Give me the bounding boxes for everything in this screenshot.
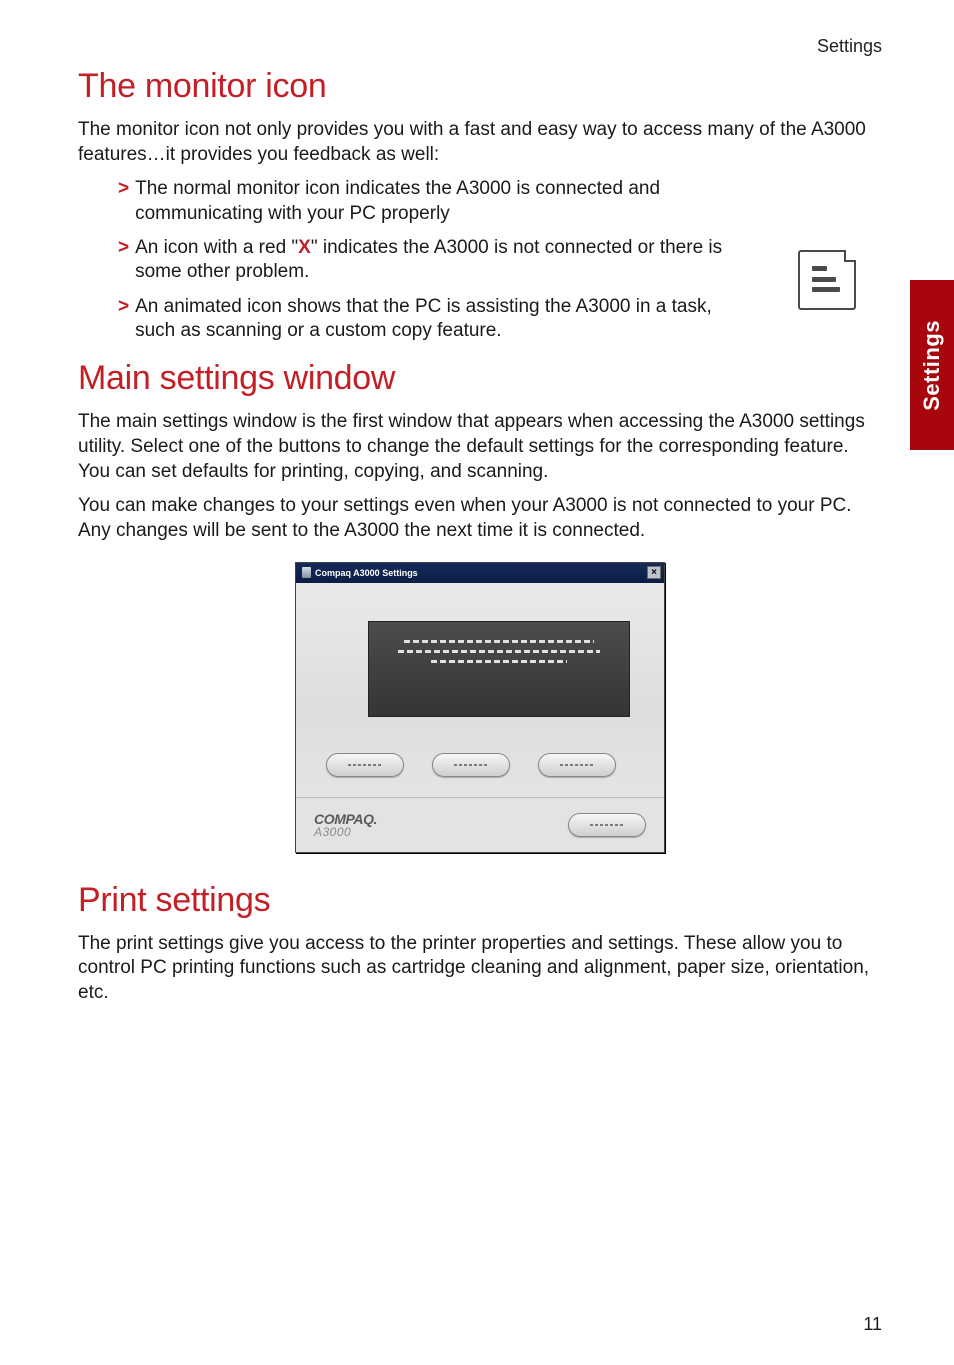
paragraph-main-2: You can make changes to your settings ev… [78, 494, 882, 543]
message-panel [368, 621, 630, 717]
document-page-icon [798, 250, 856, 310]
window-title: Compaq A3000 Settings [315, 568, 418, 578]
bullet-text: The normal monitor icon indicates the A3… [135, 177, 738, 226]
paragraph-print: The print settings give you access to th… [78, 932, 882, 1006]
close-button[interactable]: × [647, 566, 661, 579]
feature-button[interactable] [432, 753, 510, 777]
window-titlebar: Compaq A3000 Settings × [296, 563, 664, 583]
placeholder-text-line [398, 650, 600, 653]
chevron-icon: > [118, 236, 129, 260]
brand-model-text: A3000 [314, 826, 377, 838]
done-button[interactable] [568, 813, 646, 837]
paragraph-monitor-intro: The monitor icon not only provides you w… [78, 118, 882, 167]
bullet-item: > An animated icon shows that the PC is … [118, 295, 738, 344]
brand-logo: COMPAQ. A3000 [314, 812, 377, 838]
feature-button[interactable] [538, 753, 616, 777]
chevron-icon: > [118, 177, 129, 201]
thumb-tab-label: Settings [919, 320, 945, 411]
paragraph-main-1: The main settings window is the first wi… [78, 410, 882, 484]
placeholder-text-line [404, 640, 593, 643]
settings-window-screenshot: Compaq A3000 Settings × COMPAQ. A3000 [295, 562, 665, 853]
bullet-item: > The normal monitor icon indicates the … [118, 177, 738, 226]
heading-monitor-icon: The monitor icon [78, 67, 882, 106]
bullet-text: An icon with a red "X" indicates the A30… [135, 236, 738, 285]
running-header: Settings [78, 36, 882, 57]
window-body [296, 583, 664, 797]
bullet-item: > An icon with a red "X" indicates the A… [118, 236, 738, 285]
app-icon [302, 567, 311, 578]
chevron-icon: > [118, 295, 129, 319]
heading-print-settings: Print settings [78, 881, 882, 920]
placeholder-text-line [431, 660, 567, 663]
thumb-tab-settings: Settings [910, 280, 954, 450]
bullet-pre: An icon with a red " [135, 237, 298, 258]
brand-logo-text: COMPAQ. [314, 812, 377, 826]
red-x-char: X [298, 237, 311, 258]
heading-main-settings: Main settings window [78, 359, 882, 398]
feature-button[interactable] [326, 753, 404, 777]
window-footer: COMPAQ. A3000 [296, 797, 664, 852]
page-number: 11 [863, 1314, 882, 1335]
bullet-text: An animated icon shows that the PC is as… [135, 295, 738, 344]
